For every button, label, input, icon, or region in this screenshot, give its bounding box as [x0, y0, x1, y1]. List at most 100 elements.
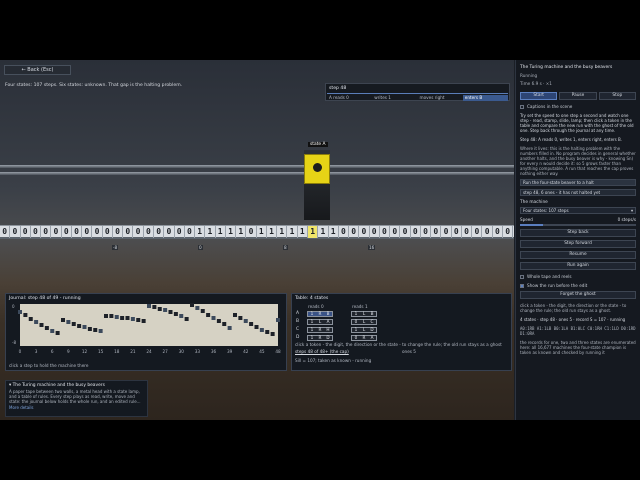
journal-step-mark[interactable]: [184, 317, 189, 321]
journal-step-mark[interactable]: [265, 330, 270, 334]
more-details-link[interactable]: More details: [9, 405, 144, 410]
run-halt-button[interactable]: Run the four-state beaver to a halt: [520, 179, 636, 186]
journal-step-mark[interactable]: [195, 306, 200, 310]
rule-token[interactable]: 1: [308, 311, 316, 316]
rule-token[interactable]: C: [368, 319, 376, 324]
rule-token[interactable]: R: [316, 335, 324, 340]
rule-token[interactable]: D: [368, 327, 376, 332]
rule-token[interactable]: R: [316, 311, 324, 316]
rule-cell[interactable]: 1RB: [307, 310, 333, 317]
journal-step-mark[interactable]: [227, 326, 232, 330]
journal-step-mark[interactable]: [147, 304, 151, 308]
whole-tape-toggle[interactable]: Whole tape and reels: [520, 274, 636, 279]
journal-step-mark[interactable]: [233, 313, 237, 317]
step-back-button[interactable]: Step back: [520, 229, 636, 237]
rule-cell[interactable]: 0RA: [351, 334, 377, 341]
rule-token[interactable]: H: [324, 327, 332, 332]
start-button[interactable]: Start: [520, 92, 558, 100]
journal-step-mark[interactable]: [18, 310, 22, 314]
show-run-toggle[interactable]: Show the run before the edit: [520, 283, 636, 288]
journal-step-mark[interactable]: [66, 320, 71, 324]
journal-step-mark[interactable]: [243, 319, 248, 323]
journal-step-mark[interactable]: [270, 332, 275, 336]
journal-step-mark[interactable]: [104, 314, 108, 318]
journal-step-mark[interactable]: [238, 316, 243, 320]
back-button[interactable]: ← Back (Esc): [4, 65, 71, 75]
speed-slider[interactable]: [520, 224, 636, 226]
journal-step-mark[interactable]: [23, 313, 28, 317]
journal-step-mark[interactable]: [50, 329, 55, 333]
journal-step-mark[interactable]: [55, 331, 60, 335]
rule-token[interactable]: L: [360, 319, 368, 324]
captions-toggle[interactable]: Captions in the scene: [520, 104, 636, 109]
rule-token[interactable]: L: [360, 311, 368, 316]
rule-cell[interactable]: 1LD: [351, 326, 377, 333]
pause-button[interactable]: Pause: [559, 92, 597, 100]
rule-token[interactable]: R: [316, 327, 324, 332]
journal-step-mark[interactable]: [157, 307, 162, 311]
rule-token[interactable]: 0: [352, 335, 360, 340]
info-title[interactable]: ▾ The Turing machine and the busy beaver…: [9, 383, 144, 388]
rule-token[interactable]: 1: [308, 327, 316, 332]
journal-step-mark[interactable]: [259, 328, 264, 332]
journal-step-mark[interactable]: [82, 325, 87, 329]
journal-step-mark[interactable]: [77, 324, 82, 328]
rule-token[interactable]: 1: [308, 335, 316, 340]
rule-cell[interactable]: 1RH: [307, 326, 333, 333]
forget-ghost-button[interactable]: Forget the ghost: [520, 291, 636, 299]
journal-step-mark[interactable]: [130, 317, 135, 321]
rule-token[interactable]: A: [324, 319, 332, 324]
rule-token[interactable]: B: [324, 311, 332, 316]
journal-step-mark[interactable]: [163, 308, 168, 312]
stop-button[interactable]: Stop: [598, 92, 636, 100]
journal-step-mark[interactable]: [206, 313, 211, 317]
rule-cell[interactable]: 1LB: [351, 310, 377, 317]
journal-step-mark[interactable]: [222, 322, 227, 326]
journal-step-mark[interactable]: [61, 318, 65, 322]
rule-token[interactable]: L: [316, 319, 324, 324]
journal-step-mark[interactable]: [93, 328, 98, 332]
run-again-button[interactable]: Run again: [520, 262, 636, 270]
rule-token[interactable]: D: [324, 335, 332, 340]
journal-step-mark[interactable]: [109, 314, 114, 318]
journal-step-mark[interactable]: [114, 315, 119, 319]
step-forward-button[interactable]: Step forward: [520, 240, 636, 248]
rule-token[interactable]: A: [368, 335, 376, 340]
journal-step-mark[interactable]: [179, 314, 184, 318]
rule-token[interactable]: 0: [352, 319, 360, 324]
rule-token[interactable]: R: [360, 335, 368, 340]
rule-token[interactable]: 1: [308, 319, 316, 324]
rule-cell[interactable]: 1RD: [307, 334, 333, 341]
journal-step-mark[interactable]: [276, 318, 280, 322]
journal-step-mark[interactable]: [141, 319, 146, 323]
journal-step-mark[interactable]: [28, 317, 33, 321]
rule-token[interactable]: 1: [352, 311, 360, 316]
journal-step-mark[interactable]: [71, 322, 76, 326]
journal-step-mark[interactable]: [200, 309, 205, 313]
journal-step-mark[interactable]: [168, 310, 173, 314]
journal-step-mark[interactable]: [98, 329, 103, 333]
machine-select[interactable]: Four states: 107 steps ▾: [520, 207, 636, 214]
rule-cell[interactable]: 0LC: [351, 318, 377, 325]
journal-step-mark[interactable]: [120, 316, 125, 320]
journal-step-mark[interactable]: [136, 318, 141, 322]
rule-token[interactable]: L: [360, 327, 368, 332]
journal-step-mark[interactable]: [216, 319, 221, 323]
journal-y-tick: -8: [12, 340, 16, 345]
rule-cell[interactable]: 1LA: [307, 318, 333, 325]
journal-chart[interactable]: 0 3 6 9 12 15 18 21 24 27 30 33 36 39 42 45 480-8: [10, 302, 284, 360]
journal-step-mark[interactable]: [173, 312, 178, 316]
journal-step-mark[interactable]: [249, 322, 254, 326]
journal-step-mark[interactable]: [34, 320, 39, 324]
journal-step-mark[interactable]: [211, 316, 216, 320]
resume-button[interactable]: Resume: [520, 251, 636, 259]
journal-step-mark[interactable]: [254, 325, 259, 329]
journal-step-mark[interactable]: [44, 326, 49, 330]
journal-step-mark[interactable]: [87, 327, 92, 331]
journal-step-mark[interactable]: [190, 303, 194, 307]
rule-token[interactable]: 1: [352, 327, 360, 332]
rule-token[interactable]: B: [368, 311, 376, 316]
journal-step-mark[interactable]: [152, 305, 157, 309]
journal-step-mark[interactable]: [39, 323, 44, 327]
journal-step-mark[interactable]: [125, 316, 130, 320]
